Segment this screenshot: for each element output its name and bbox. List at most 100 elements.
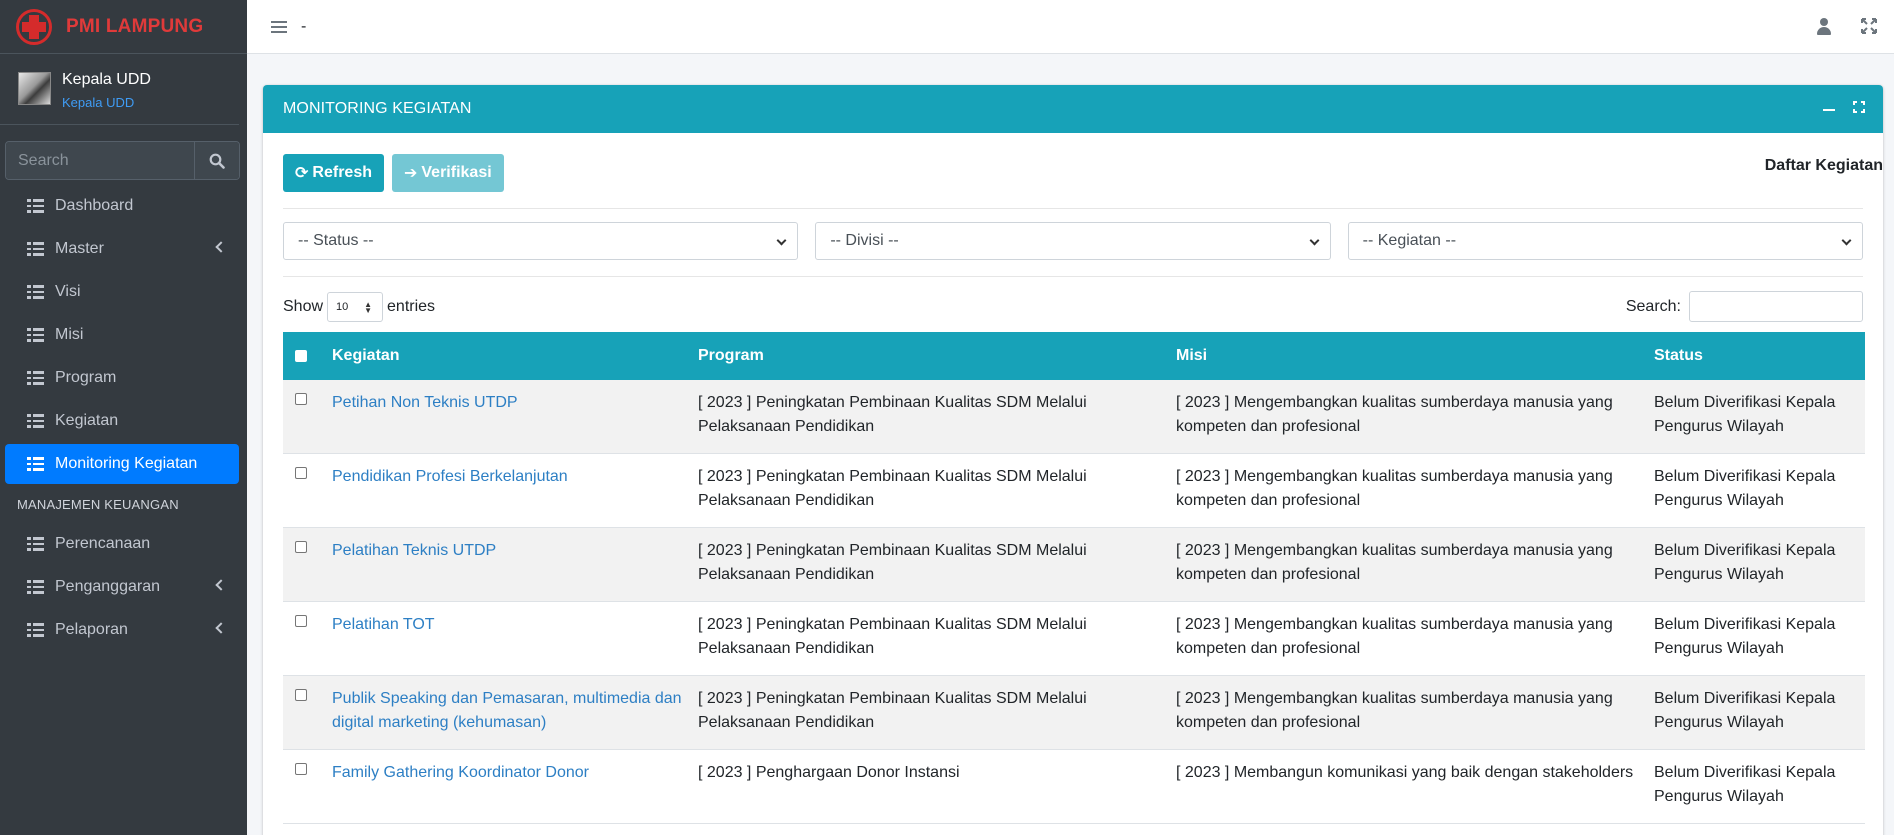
list-icon	[27, 285, 44, 299]
status-select-value: -- Status --	[298, 232, 374, 249]
sidebar-item-monitoring-kegiatan[interactable]: Monitoring Kegiatan	[5, 444, 239, 484]
row-checkbox[interactable]	[295, 541, 307, 553]
column-header[interactable]: Misi	[1168, 332, 1646, 380]
sidebar-item-label: Kegiatan	[55, 412, 119, 429]
program-cell: [ 2023 ] Peningkatan Pembinaan Kualitas …	[698, 394, 1087, 435]
list-icon	[27, 457, 44, 471]
brand-name: PMI LAMPUNG	[66, 15, 204, 37]
updown-icon: ▲ ▼	[364, 299, 373, 315]
select-all-cell	[283, 332, 324, 380]
sidebar-item-program[interactable]: Program	[5, 358, 239, 398]
page-title: -	[301, 17, 307, 35]
avatar	[18, 72, 51, 105]
program-cell: [ 2023 ] Peningkatan Pembinaan Kualitas …	[698, 690, 1087, 731]
misi-cell: [ 2023 ] Mengembangkan kualitas sumberda…	[1176, 468, 1613, 509]
show-label: Show	[283, 297, 324, 315]
user-panel: Kepala UDD Kepala UDD	[0, 54, 239, 125]
sidebar-search-input[interactable]: Search	[6, 142, 194, 179]
table-row: Pendidikan Profesi Berkelanjutan [ 2023 …	[283, 453, 1865, 528]
select-all-checkbox[interactable]	[295, 350, 307, 362]
monitoring-card: MONITORING KEGIATAN ⟳ Refresh ➔ Verifika…	[263, 85, 1883, 835]
entries-value: 10	[336, 300, 349, 313]
sidebar-item-label: Pelaporan	[55, 621, 128, 638]
sidebar-item-master[interactable]: Master	[5, 229, 239, 269]
kegiatan-link[interactable]: Pelatihan TOT	[332, 616, 435, 633]
verifikasi-button[interactable]: ➔ Verifikasi	[391, 153, 504, 192]
refresh-button[interactable]: ⟳ Refresh	[283, 153, 384, 192]
row-checkbox[interactable]	[295, 615, 307, 627]
kegiatan-link[interactable]: Pendidikan Profesi Berkelanjutan	[332, 468, 568, 485]
sidebar-item-kegiatan[interactable]: Kegiatan	[5, 401, 239, 441]
user-role[interactable]: Kepala UDD	[62, 93, 151, 113]
sidebar-item-label: Dashboard	[55, 197, 134, 214]
table-search-input[interactable]	[1689, 291, 1863, 322]
misi-cell: [ 2023 ] Mengembangkan kualitas sumberda…	[1176, 616, 1613, 657]
divisi-select[interactable]: -- Divisi --	[815, 222, 1331, 260]
status-cell: Belum Diverifikasi Kepala Pengurus Wilay…	[1654, 468, 1836, 509]
column-header[interactable]: Status	[1646, 332, 1865, 380]
refresh-icon: ⟳	[295, 164, 309, 182]
status-select[interactable]: -- Status --	[283, 222, 799, 260]
user-name[interactable]: Kepala UDD	[62, 70, 151, 90]
misi-cell: [ 2023 ] Mengembangkan kualitas sumberda…	[1176, 394, 1613, 435]
status-cell: Belum Diverifikasi Kepala Pengurus Wilay…	[1654, 616, 1836, 657]
topbar: -	[247, 0, 1894, 54]
sidebar-item-pelaporan[interactable]: Pelaporan	[5, 610, 239, 650]
card-tools	[1823, 101, 1865, 113]
maximize-icon[interactable]	[1853, 101, 1865, 113]
list-icon	[27, 242, 44, 256]
table-header-row: Kegiatan Program Misi Status	[283, 332, 1865, 380]
status-cell: Belum Diverifikasi Kepala Pengurus Wilay…	[1654, 764, 1836, 805]
menu-icon[interactable]	[271, 20, 287, 34]
pmi-logo-icon	[16, 8, 52, 45]
search-label: Search:	[1625, 297, 1681, 315]
sidebar-item-visi[interactable]: Visi	[5, 272, 239, 312]
row-checkbox[interactable]	[295, 393, 307, 405]
divider	[283, 208, 1863, 209]
list-icon	[27, 199, 44, 213]
misi-cell: [ 2023 ] Mengembangkan kualitas sumberda…	[1176, 542, 1613, 583]
chevron-left-icon	[215, 622, 227, 634]
filter-row: -- Status -- -- Divisi -- -- Kegiatan --	[283, 222, 1863, 260]
row-checkbox[interactable]	[295, 467, 307, 479]
sidebar-item-misi[interactable]: Misi	[5, 315, 239, 355]
table-row: Family Gathering Koordinator Donor [ 202…	[283, 749, 1865, 824]
entries-label: entries	[387, 297, 436, 315]
sidebar-item-perencanaan[interactable]: Perencanaan	[5, 524, 239, 564]
program-cell: [ 2023 ] Penghargaan Donor Instansi	[698, 764, 960, 781]
list-icon	[27, 371, 44, 385]
row-checkbox[interactable]	[295, 763, 307, 775]
sidebar: PMI LAMPUNG Kepala UDD Kepala UDD Search…	[0, 0, 247, 835]
chevron-down-icon	[776, 235, 787, 246]
sign-in-icon: ➔	[403, 164, 418, 182]
table-row: Pelatihan Teknis UTDP [ 2023 ] Peningkat…	[283, 527, 1865, 602]
status-cell: Belum Diverifikasi Kepala Pengurus Wilay…	[1654, 394, 1836, 435]
fullscreen-icon[interactable]	[1861, 18, 1877, 34]
user-icon[interactable]	[1816, 18, 1832, 36]
table-row: Pelatihan TOT [ 2023 ] Peningkatan Pembi…	[283, 601, 1865, 676]
divisi-select-value: -- Divisi --	[830, 232, 899, 249]
row-checkbox[interactable]	[295, 689, 307, 701]
kegiatan-link[interactable]: Publik Speaking dan Pemasaran, multimedi…	[332, 690, 682, 731]
sidebar-section-header: MANAJEMEN KEUANGAN	[17, 497, 179, 512]
list-icon	[27, 414, 44, 428]
kegiatan-link[interactable]: Family Gathering Koordinator Donor	[332, 764, 589, 781]
entries-select[interactable]: 10 ▲ ▼	[327, 291, 384, 322]
kegiatan-link[interactable]: Petihan Non Teknis UTDP	[332, 394, 518, 411]
sidebar-item-label: Penganggaran	[55, 578, 160, 595]
sidebar-search-button[interactable]	[194, 142, 239, 179]
sidebar-search: Search	[5, 141, 240, 180]
brand[interactable]: PMI LAMPUNG	[0, 0, 247, 54]
program-cell: [ 2023 ] Peningkatan Pembinaan Kualitas …	[698, 616, 1087, 657]
sidebar-item-penganggaran[interactable]: Penganggaran	[5, 567, 239, 607]
kegiatan-link[interactable]: Pelatihan Teknis UTDP	[332, 542, 496, 559]
sidebar-item-label: Perencanaan	[55, 535, 151, 552]
kegiatan-select[interactable]: -- Kegiatan --	[1347, 222, 1863, 260]
sidebar-item-label: Monitoring Kegiatan	[55, 455, 198, 472]
minimize-icon[interactable]	[1823, 109, 1835, 111]
sidebar-item-label: Master	[55, 240, 104, 257]
kegiatan-select-value: -- Kegiatan --	[1362, 232, 1457, 249]
sidebar-item-dashboard[interactable]: Dashboard	[5, 186, 239, 226]
column-header[interactable]: Program	[690, 332, 1168, 380]
column-header[interactable]: Kegiatan	[324, 332, 690, 380]
